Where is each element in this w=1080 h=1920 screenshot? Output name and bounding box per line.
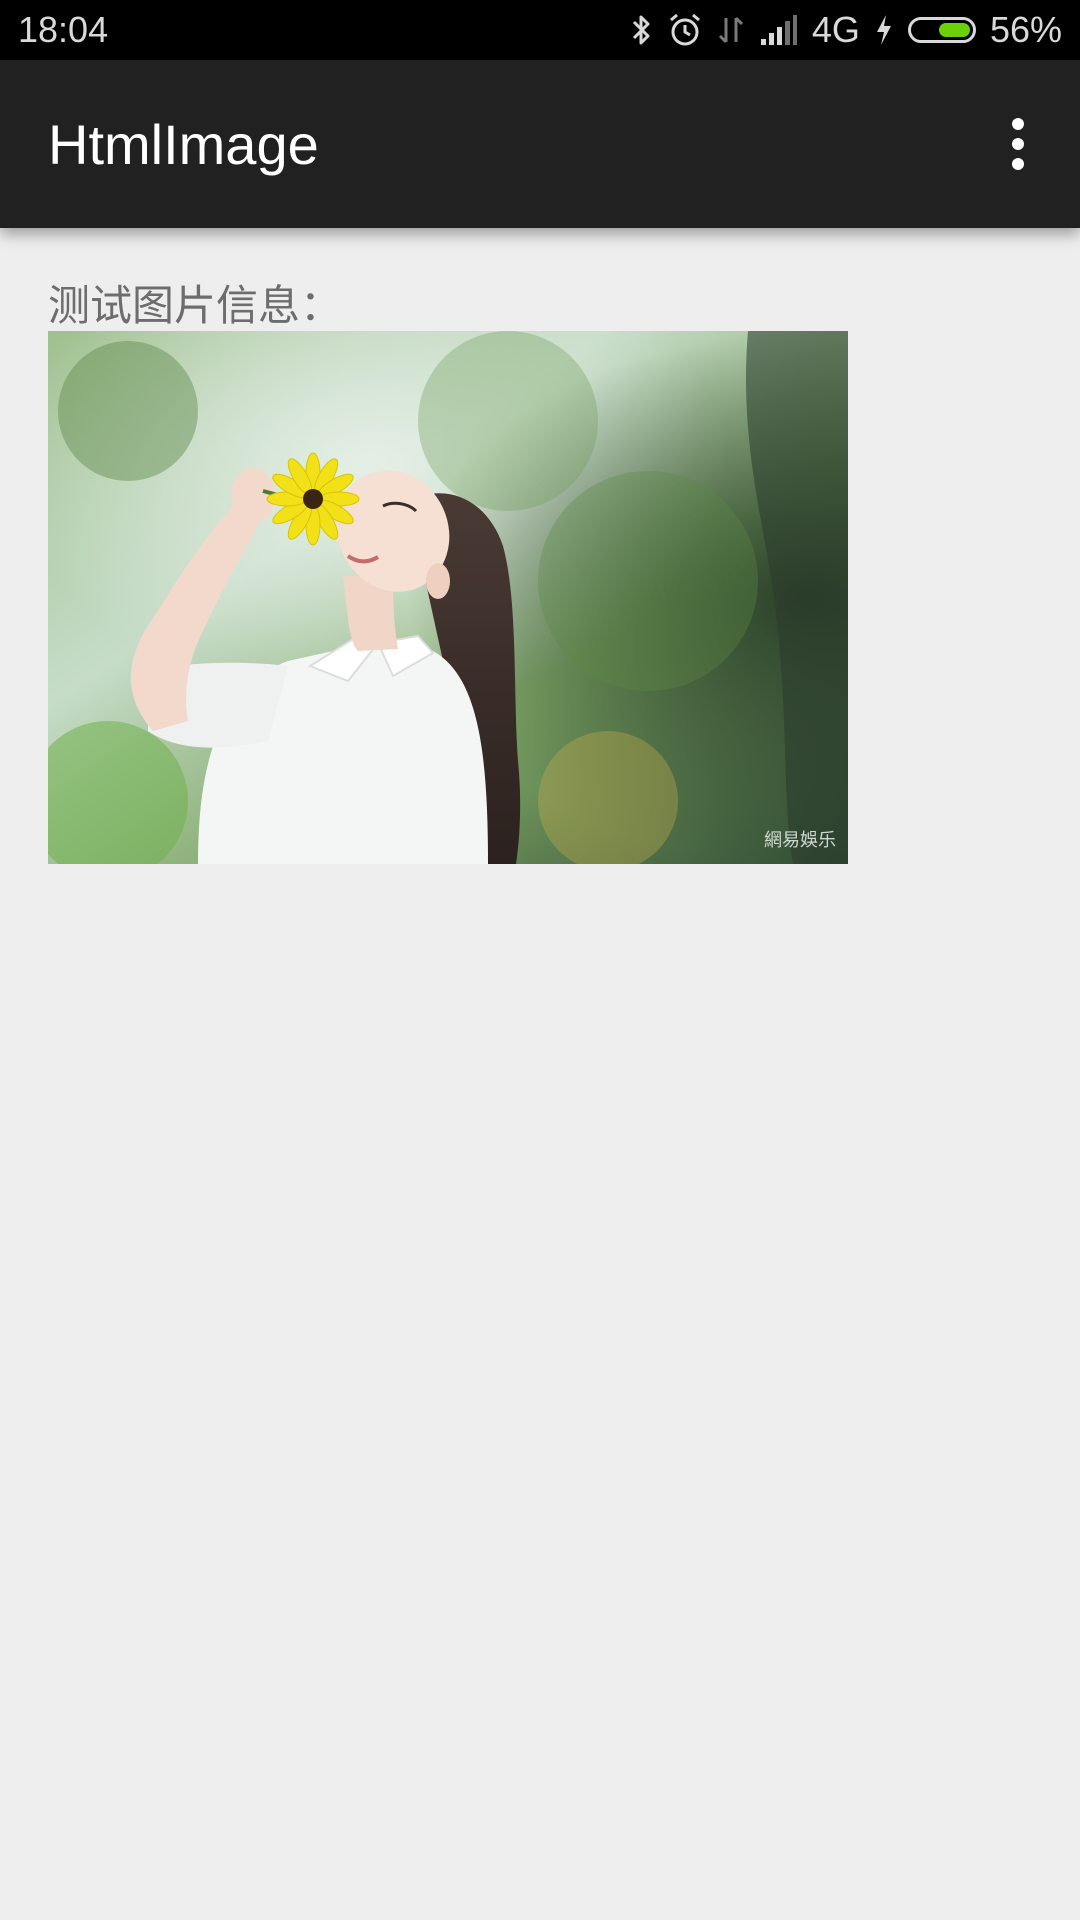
signal-icon [760,13,798,47]
status-bar: 18:04 4G 56% [0,0,1080,60]
battery-icon [907,17,976,43]
app-title: HtmlImage [48,113,319,176]
image-info-label: 测试图片信息： [48,281,343,330]
charging-icon [874,13,894,47]
photo-illustration: 網易娛乐 [48,331,848,864]
bluetooth-icon [628,12,654,48]
app-toolbar: HtmlImage [0,60,1080,228]
status-icons: 4G 56% [628,0,1062,60]
network-type: 4G [811,9,860,50]
status-time: 18:04 [18,9,109,50]
battery-level-fill [938,23,970,37]
alarm-icon [668,12,702,48]
data-arrows-icon [716,12,746,48]
test-image: 網易娛乐 [48,331,848,864]
image-watermark: 網易娛乐 [764,830,836,851]
battery-percent: 56% [989,9,1062,50]
more-vert-icon[interactable] [986,112,1050,176]
